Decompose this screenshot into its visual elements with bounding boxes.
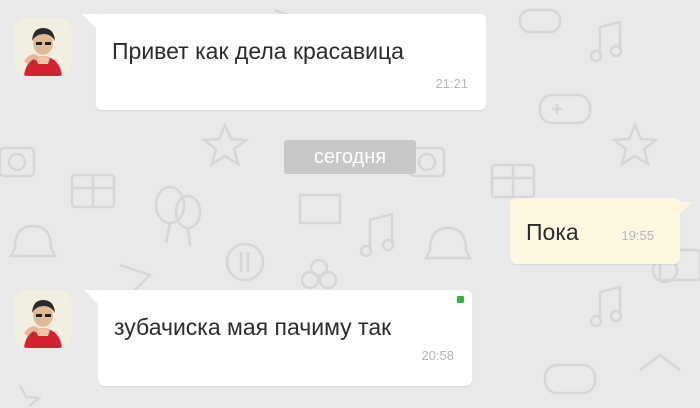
online-indicator <box>457 296 464 303</box>
message-bubble-outgoing[interactable]: Пока 19:55 <box>510 198 692 264</box>
date-separator: сегодня <box>284 140 416 174</box>
message-time: 20:58 <box>421 348 454 363</box>
message-text: Привет как дела красавица <box>112 38 404 64</box>
message-time: 19:55 <box>621 228 654 243</box>
message-text: Пока <box>526 219 579 245</box>
contact-avatar[interactable] <box>14 290 72 348</box>
contact-photo <box>14 18 72 76</box>
message-bubble-incoming[interactable]: зубачиска мая пачиму так 20:58 <box>84 290 472 386</box>
message-time: 21:21 <box>435 76 468 91</box>
message-bubble-incoming[interactable]: Привет как дела красавица 21:21 <box>82 14 486 110</box>
contact-photo <box>14 290 72 348</box>
message-text: зубачиска мая пачиму так <box>114 314 392 340</box>
contact-avatar[interactable] <box>14 18 72 76</box>
